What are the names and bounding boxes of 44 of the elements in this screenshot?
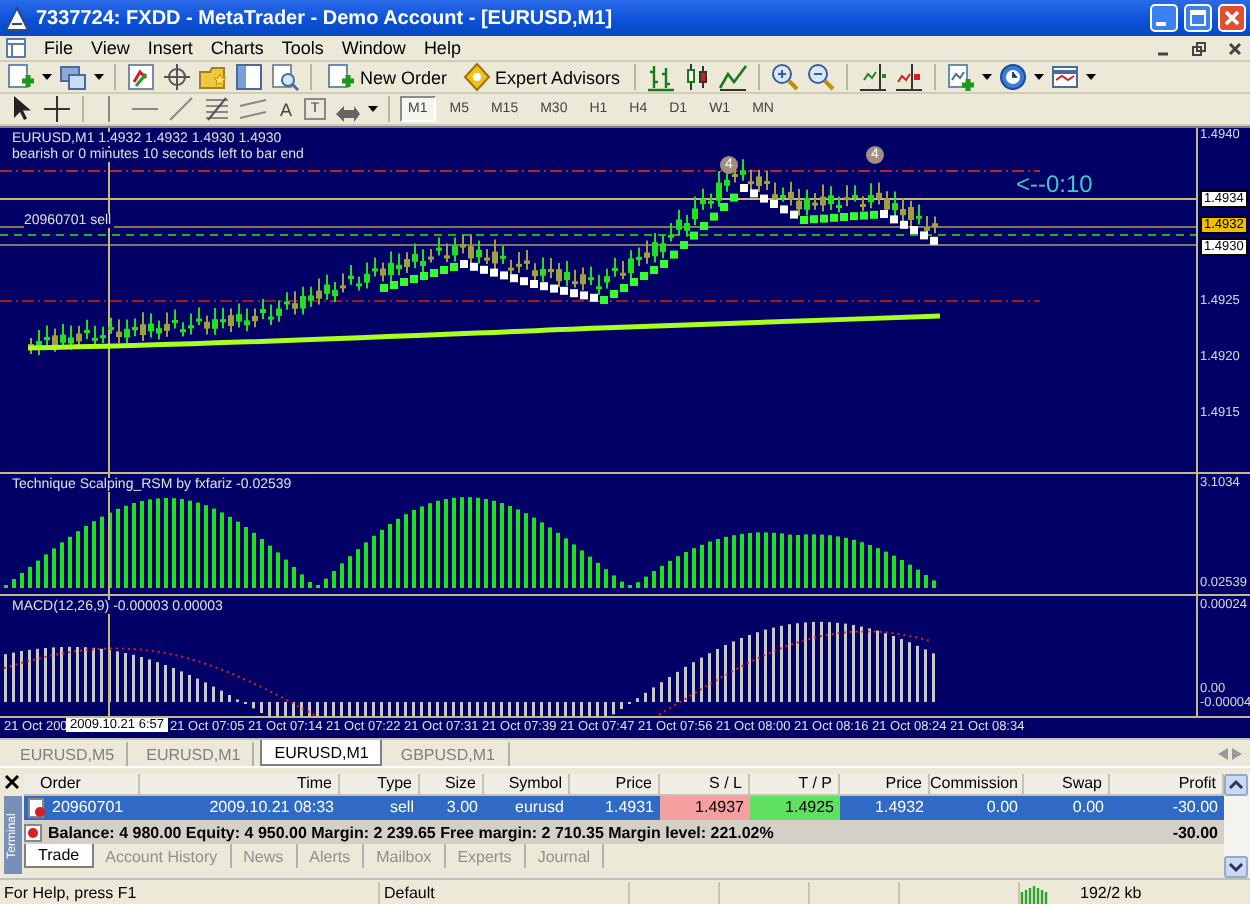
menu-item[interactable]: Tools (281, 38, 324, 58)
table-cell-text: 3.00 (444, 796, 480, 820)
traffic-text: 192/2 kb (1078, 881, 1144, 904)
profile-name: Default (380, 881, 630, 904)
order-row[interactable]: 20960701 2009.10.21 08:33 sell 3.00 eurusd 1.4931 1.4937 1.4925 1.4932 0.00 0.00 -30.00 (24, 796, 1224, 820)
column-header[interactable]: Price (840, 774, 930, 796)
table-cell: 20960701 (52, 796, 124, 820)
window-title: 7337724: FXDD - MetaTrader - Demo Account - [EURUSD,M1] (36, 7, 615, 29)
table-cell-text: 0.00 (984, 796, 1020, 820)
new-order-button[interactable]: New Order (322, 62, 452, 92)
menu-item[interactable]: Help (423, 38, 461, 58)
table-cell-text: eurusd (513, 796, 566, 820)
menu-item[interactable]: Insert (147, 38, 193, 58)
text-tool[interactable]: A (274, 99, 298, 119)
balance-summary: Balance: 4 980.00 Equity: 4 950.00 Margin: 2 239.65 Free margin: 2 710.35 Margin level: 221.02% (46, 823, 776, 841)
column-header[interactable]: Order (24, 774, 140, 796)
column-header[interactable]: T / P (750, 774, 840, 796)
menu-item[interactable]: File (44, 38, 74, 58)
expert-advisors-button[interactable]: Expert Advisors (457, 62, 625, 92)
column-header[interactable]: Commission (930, 774, 1024, 796)
terminal-tab[interactable]: Trade (24, 844, 94, 868)
menu-item[interactable]: Window (341, 38, 406, 58)
column-header[interactable]: S / L (660, 774, 750, 796)
table-cell-text: 0.00 (1070, 796, 1106, 820)
total-profit: -30.00 (1170, 823, 1220, 841)
column-header[interactable]: Swap (1024, 774, 1110, 796)
table-cell-text: sell (387, 796, 416, 820)
table-cell: 1.4925 (750, 796, 840, 820)
table-cell-text: -30.00 (1170, 796, 1220, 820)
column-header[interactable]: Time (140, 774, 340, 796)
column-header[interactable]: Profit (1110, 774, 1224, 796)
menu-item[interactable]: View (91, 38, 130, 58)
column-header[interactable]: Type (340, 774, 420, 796)
table-cell-text: 2009.10.21 08:33 (207, 796, 336, 820)
chart-tab[interactable]: EURUSD,M1 (260, 740, 383, 766)
column-header[interactable]: Size (420, 774, 484, 796)
column-header[interactable]: Price (570, 774, 660, 796)
column-header[interactable]: Symbol (484, 774, 570, 796)
menu-item[interactable]: Charts (210, 38, 264, 58)
table-cell-text: 1.4931 (603, 796, 656, 820)
status-text: For Help, press F1 (0, 881, 380, 904)
table-cell: 1.4937 (660, 796, 750, 820)
countdown-text: <--0:10 (1016, 172, 1093, 196)
table-cell-text: 1.4932 (873, 796, 926, 820)
